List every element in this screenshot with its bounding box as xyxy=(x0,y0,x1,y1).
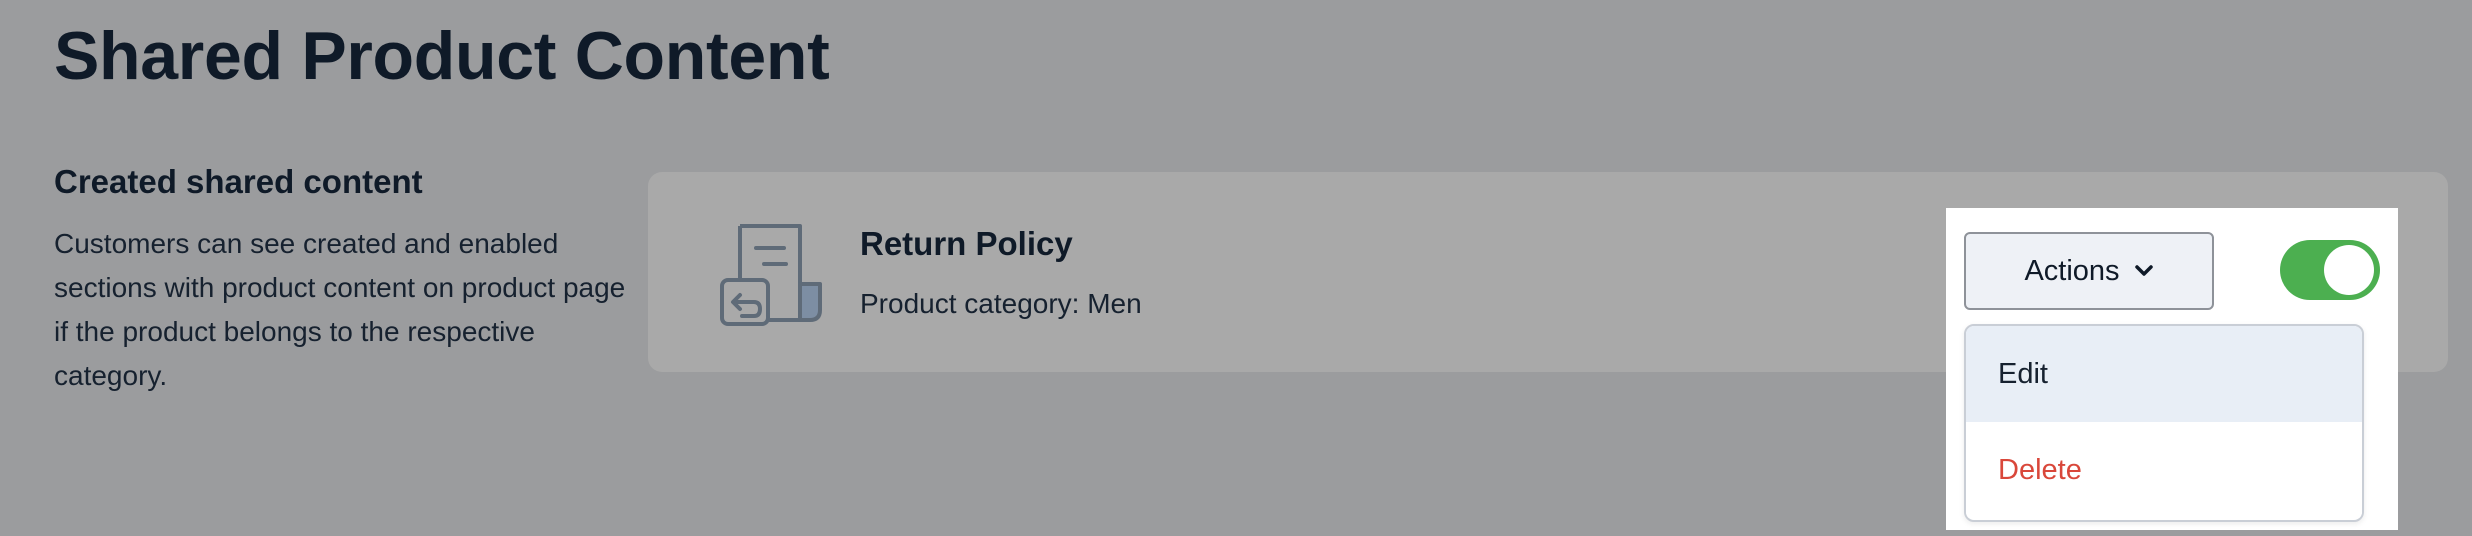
card-category: Product category: Men xyxy=(860,288,1142,319)
section-description: Customers can see created and enabled se… xyxy=(54,228,626,391)
actions-button[interactable]: Actions xyxy=(1964,232,2214,310)
chevron-down-icon xyxy=(2134,265,2153,276)
return-policy-document-icon xyxy=(720,224,822,326)
actions-dropdown-menu: Edit Delete xyxy=(1964,324,2364,522)
menu-item-edit[interactable]: Edit xyxy=(1966,326,2362,422)
toggle-knob xyxy=(2324,245,2374,295)
menu-item-delete[interactable]: Delete xyxy=(1966,422,2362,518)
section-heading: Created shared content xyxy=(54,163,423,200)
actions-button-label: Actions xyxy=(2024,254,2120,287)
page-title: Shared Product Content xyxy=(54,18,830,94)
enable-toggle[interactable] xyxy=(2280,240,2380,300)
card-title: Return Policy xyxy=(860,225,1073,262)
